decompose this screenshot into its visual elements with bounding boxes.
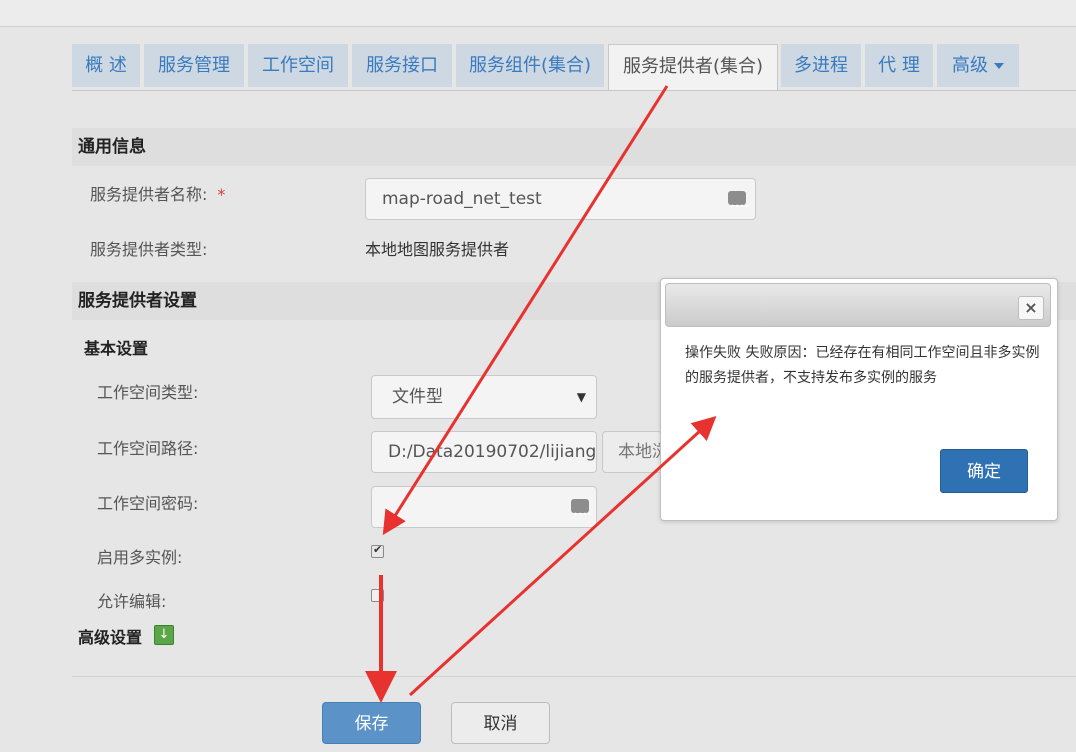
provider-name-label-text: 服务提供者名称:	[90, 185, 208, 204]
tab-divider	[72, 90, 1076, 91]
password-dots-icon[interactable]	[571, 495, 592, 527]
password-dots-icon[interactable]	[728, 187, 749, 219]
footer-divider	[72, 676, 1076, 677]
provider-name-value: map-road_net_test	[382, 189, 542, 209]
caret-down-icon	[994, 63, 1004, 69]
provider-name-input[interactable]: map-road_net_test	[365, 178, 756, 220]
workspace-password-input[interactable]	[371, 486, 597, 528]
tab-service-interface[interactable]: 服务接口	[352, 44, 452, 87]
workspace-path-label: 工作空间路径:	[97, 439, 199, 458]
workspace-type-value: 文件型	[392, 387, 443, 407]
workspace-password-label: 工作空间密码:	[97, 494, 199, 513]
cancel-button[interactable]: 取消	[451, 702, 550, 744]
provider-type-label: 服务提供者类型:	[90, 240, 208, 259]
tab-workspace[interactable]: 工作空间	[248, 44, 348, 87]
tab-proxy[interactable]: 代 理	[865, 44, 933, 87]
error-dialog: × 操作失败 失败原因：已经存在有相同工作空间且非多实例的服务提供者，不支持发布…	[660, 278, 1058, 521]
provider-name-label: 服务提供者名称: *	[90, 181, 225, 205]
workspace-type-select[interactable]: 文件型 ▼	[371, 375, 597, 419]
required-mark: *	[217, 185, 226, 204]
confirm-button[interactable]: 确定	[940, 449, 1028, 493]
close-icon[interactable]: ×	[1018, 296, 1044, 320]
tab-service-components[interactable]: 服务组件(集合)	[456, 44, 604, 87]
allow-edit-label: 允许编辑:	[97, 592, 167, 611]
save-button[interactable]: 保存	[322, 702, 421, 744]
local-browse-button[interactable]: 本地浏	[602, 431, 662, 473]
tab-service-management[interactable]: 服务管理	[144, 44, 244, 87]
multi-instance-label: 启用多实例:	[97, 548, 183, 567]
provider-type-value: 本地地图服务提供者	[365, 240, 510, 259]
tab-overview[interactable]: 概 述	[72, 44, 140, 87]
tab-advanced-label: 高级	[952, 55, 988, 76]
workspace-path-input[interactable]: D:/Data20190702/lijiang	[371, 431, 597, 473]
tab-multi-process[interactable]: 多进程	[781, 44, 861, 87]
allow-edit-checkbox[interactable]	[371, 589, 384, 602]
dialog-message: 操作失败 失败原因：已经存在有相同工作空间且非多实例的服务提供者，不支持发布多实…	[685, 345, 1040, 386]
expand-down-icon[interactable]: ↓	[154, 625, 174, 645]
workspace-type-label: 工作空间类型:	[97, 383, 199, 402]
multi-instance-checkbox[interactable]	[371, 543, 384, 558]
advanced-settings-heading: 高级设置	[78, 628, 143, 647]
basic-settings-heading: 基本设置	[84, 339, 149, 358]
top-bar	[0, 0, 1076, 27]
tab-advanced[interactable]: 高级	[937, 44, 1019, 87]
dropdown-arrow-icon: ▼	[576, 390, 586, 404]
dialog-title-bar: ×	[665, 283, 1051, 327]
tab-service-providers[interactable]: 服务提供者(集合)	[608, 44, 778, 91]
section-general-info: 通用信息	[72, 128, 1076, 166]
